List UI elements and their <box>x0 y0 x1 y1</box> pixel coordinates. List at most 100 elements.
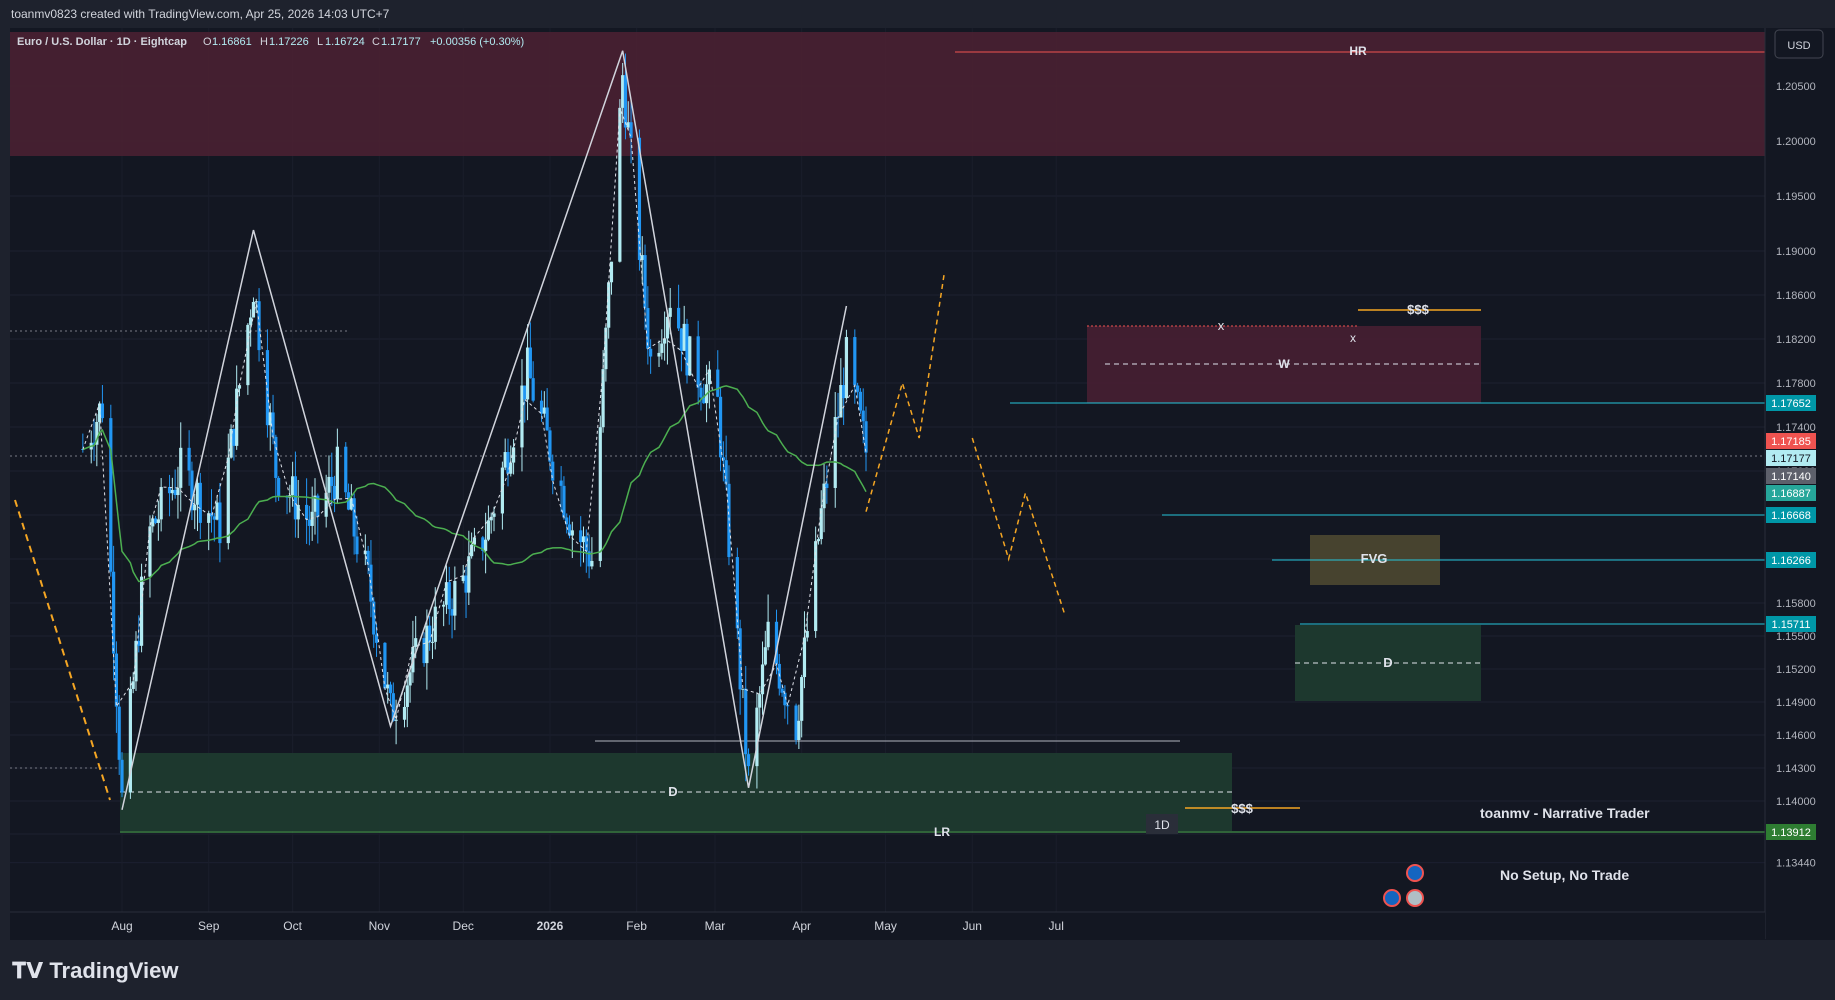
candle-body <box>746 754 751 767</box>
open-label: O <box>203 36 212 48</box>
tf-label: 1D <box>1154 818 1170 832</box>
candle-body <box>120 759 124 793</box>
candle-body <box>744 688 748 755</box>
candle-body <box>153 518 158 523</box>
candle-body <box>405 685 409 707</box>
candle-body <box>581 536 586 543</box>
y-tick-label: 1.20000 <box>1776 136 1816 148</box>
candle-body <box>643 255 647 309</box>
liq-low-label: $$$ <box>1231 801 1253 816</box>
candle-body <box>179 447 183 488</box>
candle-body <box>249 317 253 325</box>
event-icon-3[interactable] <box>1406 889 1424 907</box>
y-tick-label: 1.13440 <box>1776 858 1816 870</box>
candle-body <box>492 513 496 517</box>
candle-body <box>195 482 200 505</box>
candle-body <box>545 407 549 431</box>
candle-body <box>305 504 309 520</box>
close-value: 1.17177 <box>381 36 421 48</box>
candle-body <box>134 640 138 682</box>
candle-body <box>100 403 105 419</box>
candle-body <box>623 75 628 128</box>
candle-body <box>570 530 574 536</box>
candle-body <box>486 520 491 540</box>
candle-body <box>548 430 552 462</box>
chart-canvas[interactable]: HR LR x x W D D FVG $$$ $$$ 1D toanmv - … <box>0 0 1835 1000</box>
candle-body <box>246 324 250 386</box>
x-tick-label: May <box>874 919 897 933</box>
candle-body <box>679 328 683 351</box>
candle-body <box>503 452 507 468</box>
y-tick-label: 1.14900 <box>1776 697 1816 709</box>
x-tick-label: 2026 <box>537 919 564 933</box>
candle-body <box>109 418 113 572</box>
change-value: +0.00356 (+0.30%) <box>430 36 524 48</box>
candle-body <box>422 638 426 664</box>
candle-body <box>215 502 219 520</box>
candle-body <box>212 516 216 520</box>
candle-body <box>657 352 661 357</box>
candle-body <box>598 427 602 561</box>
candle-body <box>430 641 435 643</box>
candle-body <box>257 301 261 351</box>
candle-body <box>539 400 544 414</box>
candle-body <box>198 482 202 523</box>
y-tick-label: 1.14300 <box>1776 763 1816 775</box>
fvg-label: FVG <box>1361 551 1388 566</box>
price-tag-label: 1.15711 <box>1772 619 1811 631</box>
close-label: C <box>372 36 380 48</box>
x-tick-label: Jul <box>1049 919 1064 933</box>
candle-body <box>447 582 451 610</box>
price-tag-label: 1.13912 <box>1771 827 1811 839</box>
candle-body <box>442 604 446 607</box>
d-small-label: D <box>1383 655 1392 670</box>
tradingview-logo: 𝐓𝗩 TradingView <box>12 958 179 984</box>
candle-body <box>291 476 295 496</box>
price-tag-label: 1.16887 <box>1771 488 1811 500</box>
candle-body <box>856 385 860 392</box>
candle-body <box>226 457 230 544</box>
premium-zone <box>10 32 1765 156</box>
candle-body <box>735 557 739 629</box>
low-label: L <box>317 36 323 48</box>
candle-body <box>842 385 846 399</box>
candle-body <box>590 560 594 567</box>
candle-body <box>293 476 298 520</box>
x-tick-label: Sep <box>198 919 220 933</box>
price-tag-label: 1.17177 <box>1771 453 1811 465</box>
candle-body <box>542 407 546 414</box>
price-tag-label: 1.16668 <box>1771 510 1811 522</box>
candle-body <box>741 688 745 690</box>
candle-body <box>344 446 348 493</box>
candle-body <box>464 575 468 593</box>
candle-body <box>794 705 798 740</box>
x-tick-label: Feb <box>626 919 647 933</box>
y-tick-label: 1.15800 <box>1776 598 1816 610</box>
candle-body <box>444 582 449 605</box>
candle-body <box>218 502 222 544</box>
event-icon-2[interactable] <box>1383 889 1401 907</box>
candle-body <box>428 625 432 642</box>
candle-body <box>117 706 121 760</box>
candle-body <box>609 261 614 283</box>
candle-body <box>763 647 767 665</box>
candle-body <box>626 122 630 128</box>
y-tick-label: 1.18200 <box>1776 334 1816 346</box>
price-tag-label: 1.17140 <box>1771 471 1811 483</box>
candle-body <box>139 576 144 646</box>
brand-label: TradingView <box>49 958 179 983</box>
candle-body <box>453 580 457 616</box>
w-label: W <box>1278 357 1290 371</box>
open-value: 1.16861 <box>212 36 252 48</box>
candle-body <box>176 487 180 496</box>
candle-body <box>98 403 102 422</box>
footer <box>0 940 1835 1000</box>
candle-body <box>193 504 197 511</box>
x-tick-label: Nov <box>369 919 390 933</box>
candle-body <box>825 483 829 488</box>
candle-body <box>579 530 583 543</box>
y-tick-label: 1.19500 <box>1776 191 1816 203</box>
event-icon-1[interactable] <box>1406 864 1424 882</box>
candle-body <box>819 508 823 540</box>
y-tick-label: 1.18600 <box>1776 290 1816 302</box>
